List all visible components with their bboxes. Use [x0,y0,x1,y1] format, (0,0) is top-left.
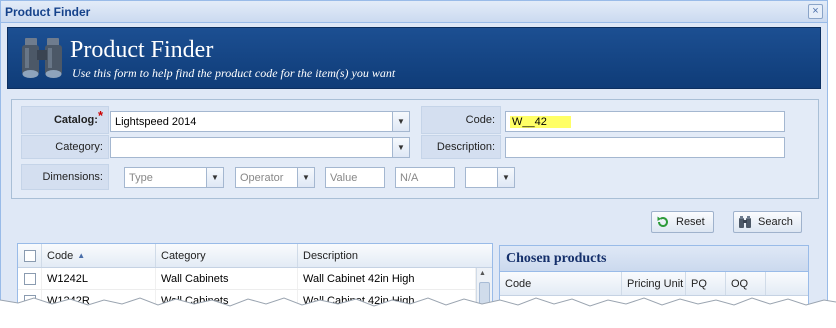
chevron-down-icon[interactable]: ▼ [392,112,409,131]
row-description: Wall Cabinet 42in High [298,268,476,289]
banner-subtitle: Use this form to help find the product c… [72,66,396,80]
dimension-na-input[interactable]: N/A [395,167,455,188]
chevron-down-icon[interactable]: ▼ [206,168,223,187]
reset-icon [656,215,670,229]
column-header-description[interactable]: Description [298,244,476,267]
code-label-cell: Code: [421,106,501,134]
dimensions-label-cell: Dimensions: [21,164,109,190]
close-icon[interactable]: × [808,4,823,19]
dimensions-label: Dimensions: [42,171,103,183]
column-header-category[interactable]: Category [156,244,298,267]
chevron-down-icon[interactable]: ▼ [297,168,314,187]
description-label: Description: [436,141,495,153]
chosen-products-title: Chosen products [500,246,808,272]
dimension-type-placeholder: Type [129,171,153,184]
table-row[interactable]: W1242L Wall Cabinets Wall Cabinet 42in H… [18,268,492,290]
code-input[interactable]: W__42 [505,111,785,132]
dimension-unit-select[interactable]: ▼ [465,167,515,188]
scroll-up-icon[interactable]: ▲ [479,270,486,277]
required-marker: * [97,107,103,123]
column-header-code-label: Code [47,249,74,262]
binoculars-icon [738,215,752,229]
catalog-value: Lightspeed 2014 [115,115,197,128]
product-finder-window: Product Finder × Product Finder Use this… [0,0,828,320]
chevron-down-icon[interactable]: ▼ [497,168,514,187]
category-select[interactable]: ▼ [110,137,410,158]
dimension-operator-placeholder: Operator [240,171,284,184]
select-all-column [18,244,42,267]
banner-title: Product Finder [70,37,214,63]
category-label: Category: [55,141,103,153]
column-header-code[interactable]: Code ▲ [42,244,156,267]
chevron-down-icon[interactable]: ▼ [392,138,409,157]
reset-label: Reset [676,216,705,228]
column-header-description-label: Description [303,249,359,262]
description-input[interactable] [505,137,785,158]
header-banner: Product Finder Use this form to help fin… [7,27,821,89]
binoculars-icon [22,38,62,78]
catalog-select[interactable]: Lightspeed 2014 ▼ [110,111,410,132]
dimension-value-placeholder: Value [330,171,358,184]
category-label-cell: Category: [21,135,109,159]
results-grid-header: Code ▲ Category Description [18,244,492,268]
column-header-category-label: Category [161,249,206,262]
row-code: W1242L [42,268,156,289]
sort-ascending-icon: ▲ [77,251,86,260]
window-titlebar[interactable]: Product Finder × [1,1,827,23]
row-select-cell [18,268,42,289]
torn-edge-decoration [0,297,836,328]
catalog-label: Catalog: [53,114,98,126]
dimension-value-input[interactable]: Value [325,167,385,188]
dimension-na-placeholder: N/A [400,171,419,184]
reset-button[interactable]: Reset [651,211,714,233]
dimension-type-select[interactable]: Type ▼ [124,167,224,188]
code-value: W__42 [510,115,571,128]
row-category: Wall Cabinets [156,268,298,289]
dimension-operator-select[interactable]: Operator ▼ [235,167,315,188]
catalog-label-cell: Catalog: * [21,106,109,134]
search-form-panel: Catalog: * Lightspeed 2014 ▼ Category: ▼ … [11,99,819,199]
row-checkbox[interactable] [24,272,36,285]
code-label: Code: [465,114,495,126]
search-label: Search [758,216,793,228]
window-title: Product Finder [5,4,91,19]
search-button[interactable]: Search [733,211,802,233]
description-label-cell: Description: [421,135,501,159]
select-all-checkbox[interactable] [24,249,36,262]
